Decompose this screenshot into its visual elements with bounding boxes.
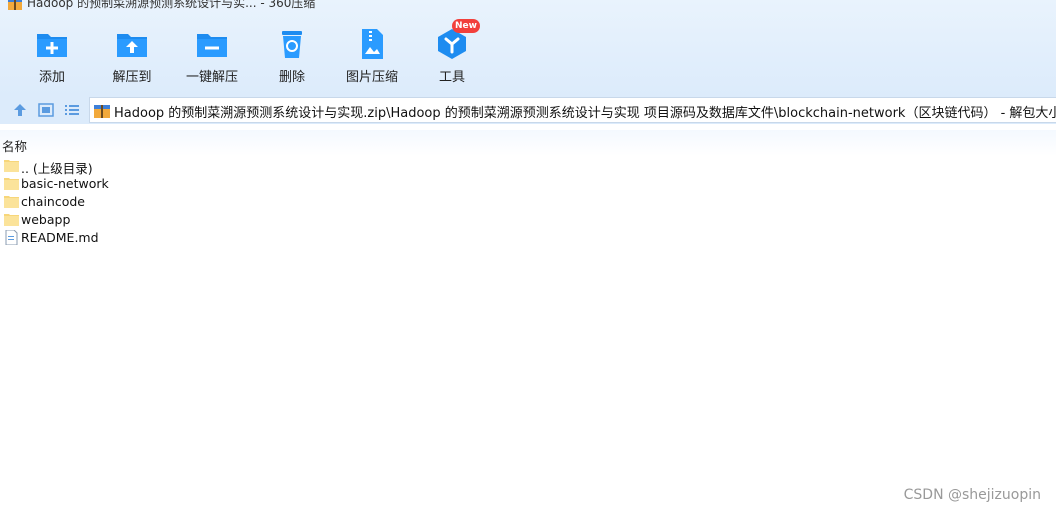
list-item[interactable]: webapp: [0, 211, 600, 229]
folder-icon: [4, 196, 19, 208]
file-name: webapp: [21, 212, 71, 227]
title-bar: Hadoop 的预制菜溯源预测系统设计与实... - 360压缩: [0, 0, 1056, 14]
add-button[interactable]: 添加: [17, 28, 87, 86]
tools-button[interactable]: 工具: [417, 28, 487, 86]
one-click-extract-icon: [197, 34, 227, 57]
delete-label: 删除: [278, 70, 305, 85]
extract-to-icon: [117, 34, 147, 57]
image-compress-icon: [362, 29, 383, 59]
one-click-extract-label: 一键解压: [185, 70, 238, 85]
folder-icon: [4, 160, 19, 172]
new-badge: New: [452, 19, 480, 33]
extract-to-button[interactable]: 解压到: [97, 28, 167, 86]
delete-icon: [282, 31, 302, 58]
list-item[interactable]: .. (上级目录): [0, 157, 600, 176]
extract-to-label: 解压到: [112, 70, 152, 85]
file-icon: [5, 230, 18, 245]
file-name: chaincode: [21, 194, 85, 209]
window-title: Hadoop 的预制菜溯源预测系统设计与实... - 360压缩: [27, 0, 316, 10]
list-item[interactable]: README.md: [0, 229, 600, 247]
list-item[interactable]: basic-network: [0, 175, 600, 193]
list-view-icon[interactable]: [64, 103, 80, 117]
zip-archive-icon: [94, 105, 110, 118]
watermark: CSDN @shejizuopin: [903, 487, 1041, 503]
zip-archive-icon: [8, 0, 22, 10]
up-arrow-icon[interactable]: [12, 103, 28, 117]
image-compress-label: 图片压缩: [345, 70, 398, 85]
name-column-header[interactable]: 名称: [2, 136, 27, 155]
tools-label: 工具: [438, 70, 465, 85]
file-name: basic-network: [21, 176, 109, 191]
image-compress-button[interactable]: 图片压缩: [337, 28, 407, 86]
view-mode-icon[interactable]: [38, 103, 54, 117]
delete-button[interactable]: 删除: [257, 28, 327, 86]
list-item[interactable]: chaincode: [0, 193, 600, 211]
file-name: README.md: [21, 230, 99, 245]
address-path: Hadoop 的预制菜溯源预测系统设计与实现.zip\Hadoop 的预制菜溯源…: [114, 106, 1056, 121]
address-bar[interactable]: Hadoop 的预制菜溯源预测系统设计与实现.zip\Hadoop 的预制菜溯源…: [89, 97, 1056, 123]
folder-icon: [4, 178, 19, 190]
column-header: 名称: [0, 130, 1056, 156]
add-icon: [37, 34, 67, 57]
add-label: 添加: [38, 70, 65, 85]
folder-icon: [4, 214, 19, 226]
one-click-extract-button[interactable]: 一键解压: [177, 28, 247, 86]
header: Hadoop 的预制菜溯源预测系统设计与实... - 360压缩 添加 解压到 …: [0, 0, 1056, 96]
